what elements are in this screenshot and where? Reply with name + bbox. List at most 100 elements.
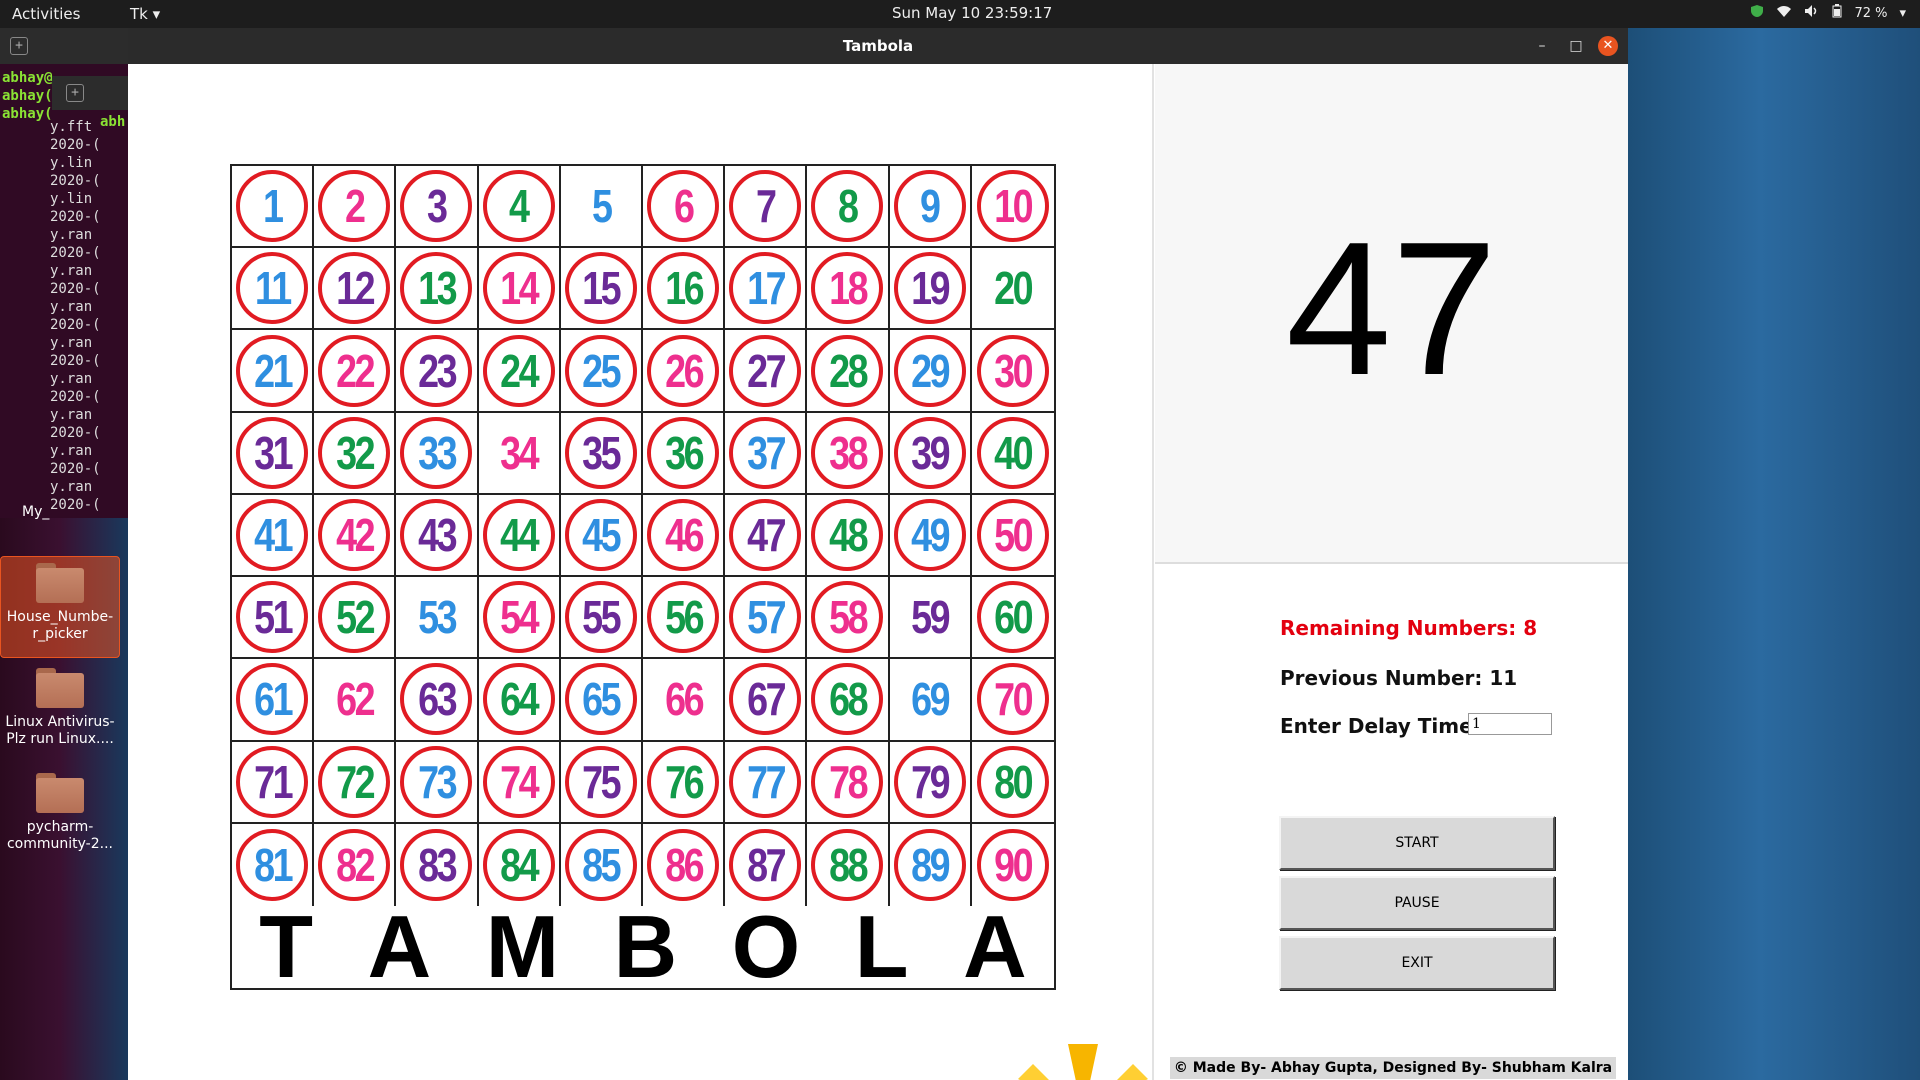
board-cell: 28 — [807, 330, 890, 413]
tambola-window: Tambola – □ ✕ 1 2 3 4 5 6 7 8 9 10 11 12 13 14 15 16 17 1… — [128, 28, 1628, 1080]
board-number: 60 — [994, 591, 1034, 644]
board-cell: 29 — [889, 330, 972, 413]
chevron-down-icon: ▾ — [152, 5, 161, 23]
shield-icon[interactable] — [1750, 4, 1764, 22]
clock[interactable]: Sun May 10 23:59:17 — [892, 4, 1052, 22]
board-number: 28 — [828, 344, 869, 397]
board-cell: 33 — [396, 412, 479, 495]
board-cell: 67 — [725, 659, 808, 742]
board-cell: 71 — [232, 741, 315, 824]
board-cell: 3 — [396, 166, 479, 249]
terminal-side-label: abh — [100, 114, 126, 130]
board-cell: 16 — [642, 248, 726, 331]
board-cell: 26 — [642, 330, 726, 413]
board-cell: 20 — [971, 248, 1054, 331]
terminal-line: 2020-( — [50, 353, 101, 369]
board-cell: 56 — [642, 577, 726, 660]
board-cell: 73 — [396, 741, 479, 824]
board-cell: 21 — [232, 330, 315, 413]
board-cell: 47 — [725, 494, 808, 578]
board-number: 50 — [994, 508, 1034, 561]
terminal-line: 2020-( — [50, 461, 101, 477]
activities-button[interactable]: Activities — [12, 5, 80, 23]
board-cell: 59 — [889, 577, 972, 660]
wifi-icon[interactable] — [1776, 4, 1792, 22]
board-number: 16 — [664, 262, 705, 315]
board-cell: 70 — [971, 659, 1054, 742]
desktop-folder[interactable]: House_Numbe-r_picker — [0, 556, 120, 658]
board-number: 42 — [335, 508, 376, 561]
board-cell: 48 — [807, 494, 890, 578]
board-cell: 46 — [642, 494, 726, 578]
board-number: 37 — [746, 426, 787, 479]
board-number: 76 — [664, 755, 705, 808]
exit-button[interactable]: EXIT — [1279, 936, 1555, 990]
terminal-line: 2020-( — [50, 173, 101, 189]
board-number: 22 — [335, 344, 376, 397]
board-cell: 61 — [232, 659, 315, 742]
board-cell: 84 — [479, 823, 561, 906]
board-number: 41 — [253, 508, 294, 561]
board-number: 25 — [582, 344, 622, 397]
board-cell: 18 — [807, 248, 890, 331]
app-menu[interactable]: Tk ▾ — [130, 5, 160, 23]
system-tray[interactable]: 72 % ▾ — [1750, 4, 1906, 22]
terminal-window[interactable]: + abhay@ abhay( abhay( + abh y.fft 2020-(… — [0, 28, 128, 518]
board-number: 80 — [994, 755, 1034, 808]
board-cell: 14 — [478, 248, 561, 331]
battery-icon[interactable] — [1832, 4, 1842, 22]
board-number: 52 — [335, 591, 376, 644]
minimize-button[interactable]: – — [1532, 36, 1552, 56]
board-cell: 65 — [560, 659, 643, 742]
board-cell: 63 — [396, 659, 479, 742]
board-cell: 15 — [560, 248, 643, 331]
new-tab-icon[interactable]: + — [66, 84, 84, 102]
board-number: 18 — [828, 262, 869, 315]
board-number: 45 — [582, 508, 622, 561]
board-number: 55 — [582, 591, 622, 644]
board-cell: 10 — [971, 166, 1054, 249]
board-cell: 44 — [478, 494, 561, 578]
board-cell: 5 — [560, 166, 643, 249]
volume-icon[interactable] — [1804, 4, 1820, 22]
desktop-folder[interactable]: Linux Antivirus-Plz run Linux.... — [0, 668, 120, 748]
board-number: 81 — [253, 838, 294, 891]
terminal-line: 2020-( — [50, 497, 101, 513]
board-number: 6 — [673, 180, 695, 233]
pause-button[interactable]: PAUSE — [1279, 876, 1555, 930]
board-number: 5 — [591, 180, 613, 233]
board-number: 20 — [994, 262, 1034, 315]
board-cell: 57 — [725, 577, 808, 660]
board-number: 8 — [838, 180, 859, 233]
board-number: 26 — [664, 344, 705, 397]
terminal-line: y.fft — [50, 119, 93, 135]
board-cell: 88 — [807, 823, 890, 906]
delay-input[interactable] — [1468, 713, 1552, 735]
board-number: 90 — [994, 838, 1034, 891]
board-cell: 64 — [478, 659, 561, 742]
board-number: 54 — [500, 591, 540, 644]
terminal-line: y.ran — [50, 263, 93, 279]
terminal-line: y.ran — [50, 371, 93, 387]
new-tab-icon[interactable]: + — [10, 37, 28, 55]
window-titlebar[interactable]: Tambola – □ ✕ — [128, 28, 1628, 64]
board-number: 83 — [417, 838, 458, 891]
start-button[interactable]: START — [1279, 816, 1555, 870]
terminal-line: y.ran — [50, 335, 93, 351]
desktop-folder[interactable]: pycharm-community-2... — [0, 773, 120, 853]
board-number: 74 — [500, 755, 540, 808]
tambola-letter: A — [367, 897, 432, 996]
board-number: 49 — [911, 508, 951, 561]
board-number: 39 — [911, 426, 951, 479]
terminal-line: 2020-( — [50, 317, 101, 333]
board-number: 11 — [254, 262, 292, 315]
board-number: 3 — [427, 180, 448, 233]
board-number: 32 — [335, 426, 376, 479]
board-cell: 12 — [314, 248, 397, 331]
chevron-down-icon[interactable]: ▾ — [1899, 6, 1906, 21]
current-number-display: 47 — [1155, 64, 1628, 564]
close-button[interactable]: ✕ — [1598, 36, 1618, 56]
board-cell: 72 — [314, 741, 397, 824]
board-number: 46 — [664, 508, 705, 561]
maximize-button[interactable]: □ — [1566, 36, 1586, 56]
